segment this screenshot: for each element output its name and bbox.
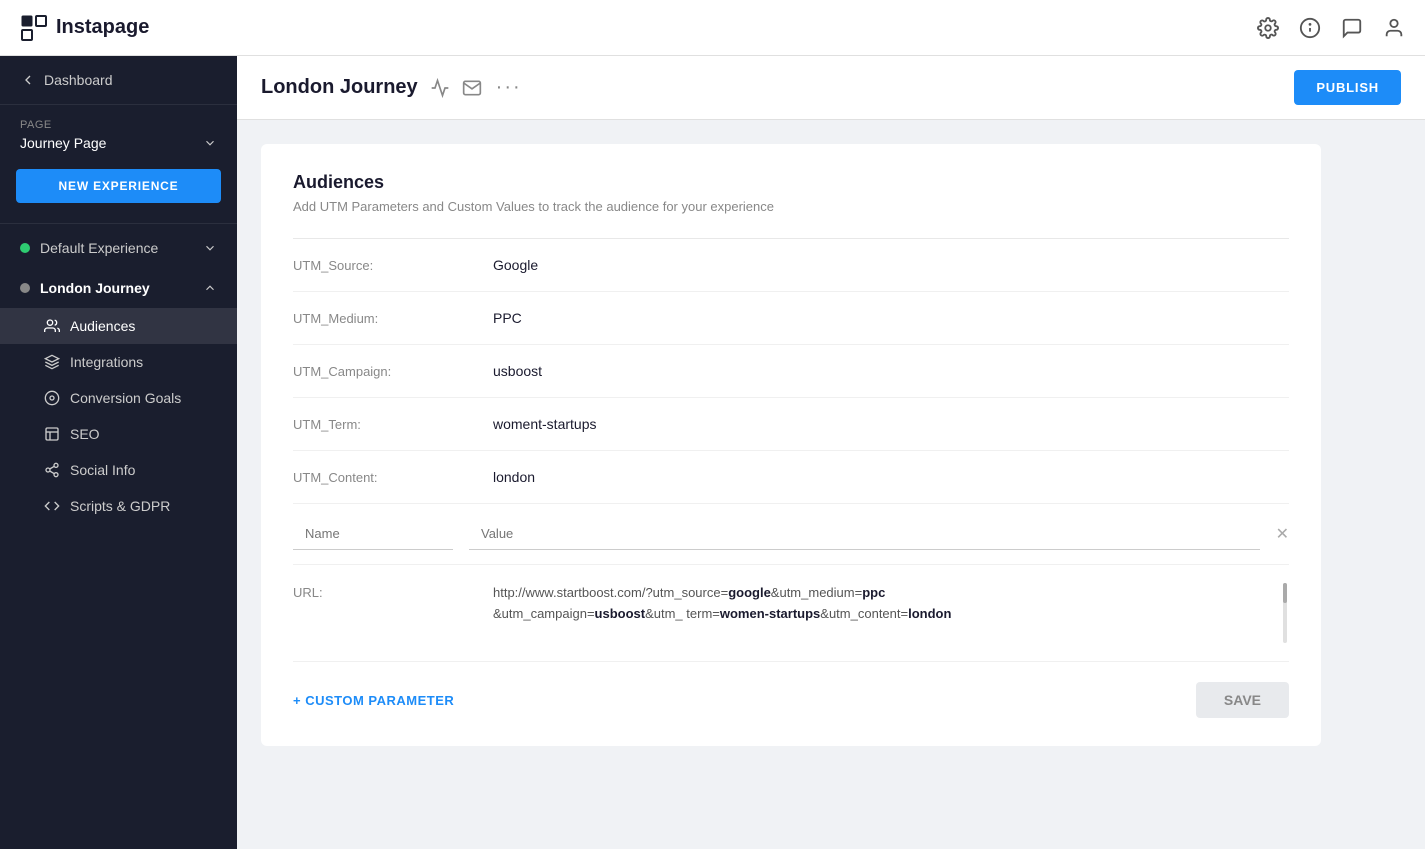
utm-content-row: UTM_Content: london [293,451,1289,504]
sidebar-sub-scripts-gdpr[interactable]: Scripts & GDPR [0,488,237,524]
info-icon[interactable] [1299,17,1321,39]
audiences-icon [44,318,60,334]
audiences-card: Audiences Add UTM Parameters and Custom … [261,144,1321,746]
custom-parameter-link[interactable]: + CUSTOM PARAMETER [293,693,454,708]
main-layout: Dashboard Page Journey Page NEW EXPERIEN… [0,56,1425,849]
header-icons [1257,17,1405,39]
utm-campaign-value: usboost [493,363,1289,379]
utm-term-value: woment-startups [493,416,1289,432]
dot-green-icon [20,243,30,253]
sidebar-divider-1 [0,223,237,224]
content-area: London Journey ··· PUBLISH Audiences Add… [237,56,1425,849]
sidebar-item-london-journey[interactable]: London Journey [0,268,237,308]
utm-campaign-row: UTM_Campaign: usboost [293,345,1289,398]
page-header-left: London Journey ··· [261,76,522,99]
utm-term-row: UTM_Term: woment-startups [293,398,1289,451]
analytics-icon[interactable] [430,78,450,98]
chevron-down-icon-default [203,241,217,255]
utm-medium-row: UTM_Medium: PPC [293,292,1289,345]
dot-gray-icon [20,283,30,293]
user-icon[interactable] [1383,17,1405,39]
utm-campaign-label: UTM_Campaign: [293,364,493,379]
scroll-content: Audiences Add UTM Parameters and Custom … [237,120,1425,849]
url-value: http://www.startboost.com/?utm_source=go… [493,583,1275,625]
back-arrow-icon [20,72,36,88]
card-title: Audiences [293,172,1289,193]
publish-button[interactable]: PUBLISH [1294,70,1401,105]
conversion-icon [44,390,60,406]
chevron-down-icon [203,136,217,150]
back-dashboard[interactable]: Dashboard [0,56,237,105]
utm-source-value: Google [493,257,1289,273]
url-row: URL: http://www.startboost.com/?utm_sour… [293,565,1289,662]
logo-icon [20,14,48,42]
social-icon [44,462,60,478]
integrations-icon [44,354,60,370]
sidebar-sub-audiences[interactable]: Audiences [0,308,237,344]
sidebar-sub-social-info[interactable]: Social Info [0,452,237,488]
card-subtitle: Add UTM Parameters and Custom Values to … [293,199,1289,214]
chevron-up-icon [203,281,217,295]
page-header: London Journey ··· PUBLISH [237,56,1425,120]
sidebar-sub-conversion-goals[interactable]: Conversion Goals [0,380,237,416]
custom-param-row: ✕ [293,504,1289,565]
logo: Instapage [20,14,149,42]
utm-content-value: london [493,469,1289,485]
card-footer: + CUSTOM PARAMETER SAVE [293,662,1289,718]
utm-source-label: UTM_Source: [293,258,493,273]
utm-medium-value: PPC [493,310,1289,326]
new-experience-button[interactable]: NEW EXPERIENCE [16,169,221,203]
utm-source-row: UTM_Source: Google [293,239,1289,292]
url-label: URL: [293,583,493,600]
more-icon[interactable]: ··· [496,76,522,99]
sidebar-sub-integrations[interactable]: Integrations [0,344,237,380]
save-button[interactable]: SAVE [1196,682,1289,718]
page-title: London Journey [261,76,418,99]
scrollbar-track [1283,583,1287,643]
sidebar: Dashboard Page Journey Page NEW EXPERIEN… [0,56,237,849]
sidebar-sub-seo[interactable]: SEO [0,416,237,452]
scripts-icon [44,498,60,514]
close-icon[interactable]: ✕ [1276,524,1289,544]
settings-icon[interactable] [1257,17,1279,39]
sidebar-item-default-experience[interactable]: Default Experience [0,228,237,268]
utm-term-label: UTM_Term: [293,417,493,432]
utm-medium-label: UTM_Medium: [293,311,493,326]
url-scrollbar[interactable] [1283,583,1289,643]
seo-icon [44,426,60,442]
scrollbar-thumb [1283,583,1287,603]
sidebar-page-section: Page Journey Page [0,105,237,159]
chat-icon[interactable] [1341,17,1363,39]
custom-param-name-input[interactable] [293,518,453,550]
utm-content-label: UTM_Content: [293,470,493,485]
top-header: Instapage [0,0,1425,56]
email-icon[interactable] [462,78,482,98]
custom-param-value-input[interactable] [469,518,1260,550]
page-select[interactable]: Journey Page [20,135,217,151]
